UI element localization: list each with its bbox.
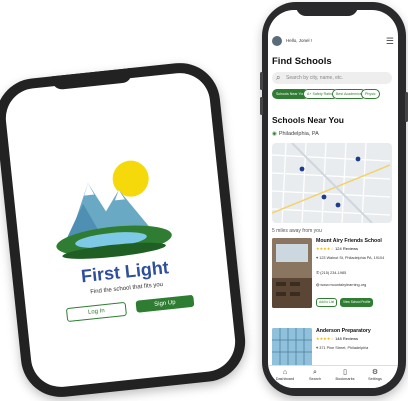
volume-button (260, 72, 263, 90)
first-light-logo (40, 144, 181, 267)
add-to-list-button[interactable]: Add to List (316, 298, 338, 307)
tab-label: Bookmarks (335, 377, 355, 381)
view-profile-button[interactable]: View School Profile (340, 298, 374, 307)
phone-icon: ✆ (316, 271, 320, 275)
tab-label: Search (308, 377, 322, 381)
review-count: 148 Reviews (335, 336, 358, 341)
school-name: Mount Airy Friends School (316, 238, 382, 244)
school-address: ⌖ 123 Walnut St, Philadelphia PA, 19104 (316, 256, 384, 260)
phone-notch (296, 2, 358, 16)
tab-dashboard[interactable]: ⌂ Dashboard (270, 369, 300, 381)
greeting: Hello, Jonel ! (286, 38, 313, 43)
location-pin-icon: ◉ (272, 131, 277, 137)
avatar[interactable] (272, 36, 282, 46)
distance-text: 5 miles away from you (272, 228, 322, 234)
filter-chips: Schools Near You A+ Safety Rating Best A… (272, 89, 398, 99)
school-phone: ✆ (215) 234-1985 (316, 270, 346, 275)
rating-stars: ★★★★☆ (316, 246, 334, 251)
tab-settings[interactable]: ⚙ Settings (360, 369, 390, 381)
welcome-screen: First Light Find the school that fits yo… (2, 70, 239, 390)
address-text: 371 Pine Street, Philadelphia (319, 346, 369, 350)
location-row: ◉ Philadelphia, PA (272, 131, 319, 137)
signup-button[interactable]: Sign Up (135, 294, 195, 313)
school-photo (272, 238, 312, 308)
gear-icon: ⚙ (371, 369, 379, 376)
school-rating: ★★★★☆ 148 Reviews (316, 336, 358, 341)
phone-text: (215) 234-1985 (320, 271, 347, 275)
review-count: 124 Reviews (335, 246, 358, 251)
map[interactable] (272, 143, 392, 223)
top-bar: Hello, Jonel ! ☰ (272, 34, 394, 50)
right-phone-mockup: Hello, Jonel ! ☰ Find Schools ⌕ Search b… (260, 2, 408, 396)
search-icon: ⌕ (276, 73, 281, 82)
rating-stars: ★★★★☆ (316, 336, 334, 341)
website-text: www.mountairylearning.org (320, 283, 367, 287)
filter-icon[interactable]: ☰ (386, 36, 394, 46)
volume-button (260, 97, 263, 115)
tab-search[interactable]: ⌕ Search (300, 369, 330, 381)
school-address: ⌖ 371 Pine Street, Philadelphia (316, 346, 368, 350)
tab-label: Settings (368, 377, 382, 381)
tab-label: Dashboard (275, 377, 295, 381)
chip-physic[interactable]: Physic (361, 89, 380, 99)
home-icon: ⌂ (282, 369, 288, 376)
globe-icon: ◍ (316, 283, 320, 287)
address-text: 123 Walnut St, Philadelphia PA, 19104 (319, 256, 385, 260)
location-text: Philadelphia, PA (278, 131, 319, 137)
find-schools-screen: Hello, Jonel ! ☰ Find Schools ⌕ Search b… (268, 10, 398, 388)
search-input[interactable]: ⌕ Search by city, name, etc. (272, 72, 392, 84)
location-pin-icon: ⌖ (316, 256, 319, 260)
login-button[interactable]: Log In (65, 301, 128, 323)
search-icon: ⌕ (313, 369, 317, 376)
school-rating: ★★★★☆ 124 Reviews (316, 246, 358, 251)
page-title: Find Schools (272, 56, 332, 67)
bookmark-icon: ▯ (343, 369, 347, 376)
search-placeholder: Search by city, name, etc. (286, 75, 344, 81)
location-pin-icon: ⌖ (316, 346, 319, 350)
section-title: Schools Near You (272, 115, 344, 125)
school-card[interactable]: Mount Airy Friends School ★★★★☆ 124 Revi… (272, 238, 394, 310)
tab-bookmarks[interactable]: ▯ Bookmarks (330, 369, 360, 381)
left-phone-mockup: First Light Find the school that fits yo… (0, 59, 250, 401)
bottom-tab-bar: ⌂ Dashboard ⌕ Search ▯ Bookmarks ⚙ Settings (268, 365, 398, 388)
school-name: Anderson Preparatory (316, 328, 371, 334)
sun-icon (112, 160, 149, 197)
school-website[interactable]: ◍ www.mountairylearning.org (316, 282, 366, 287)
